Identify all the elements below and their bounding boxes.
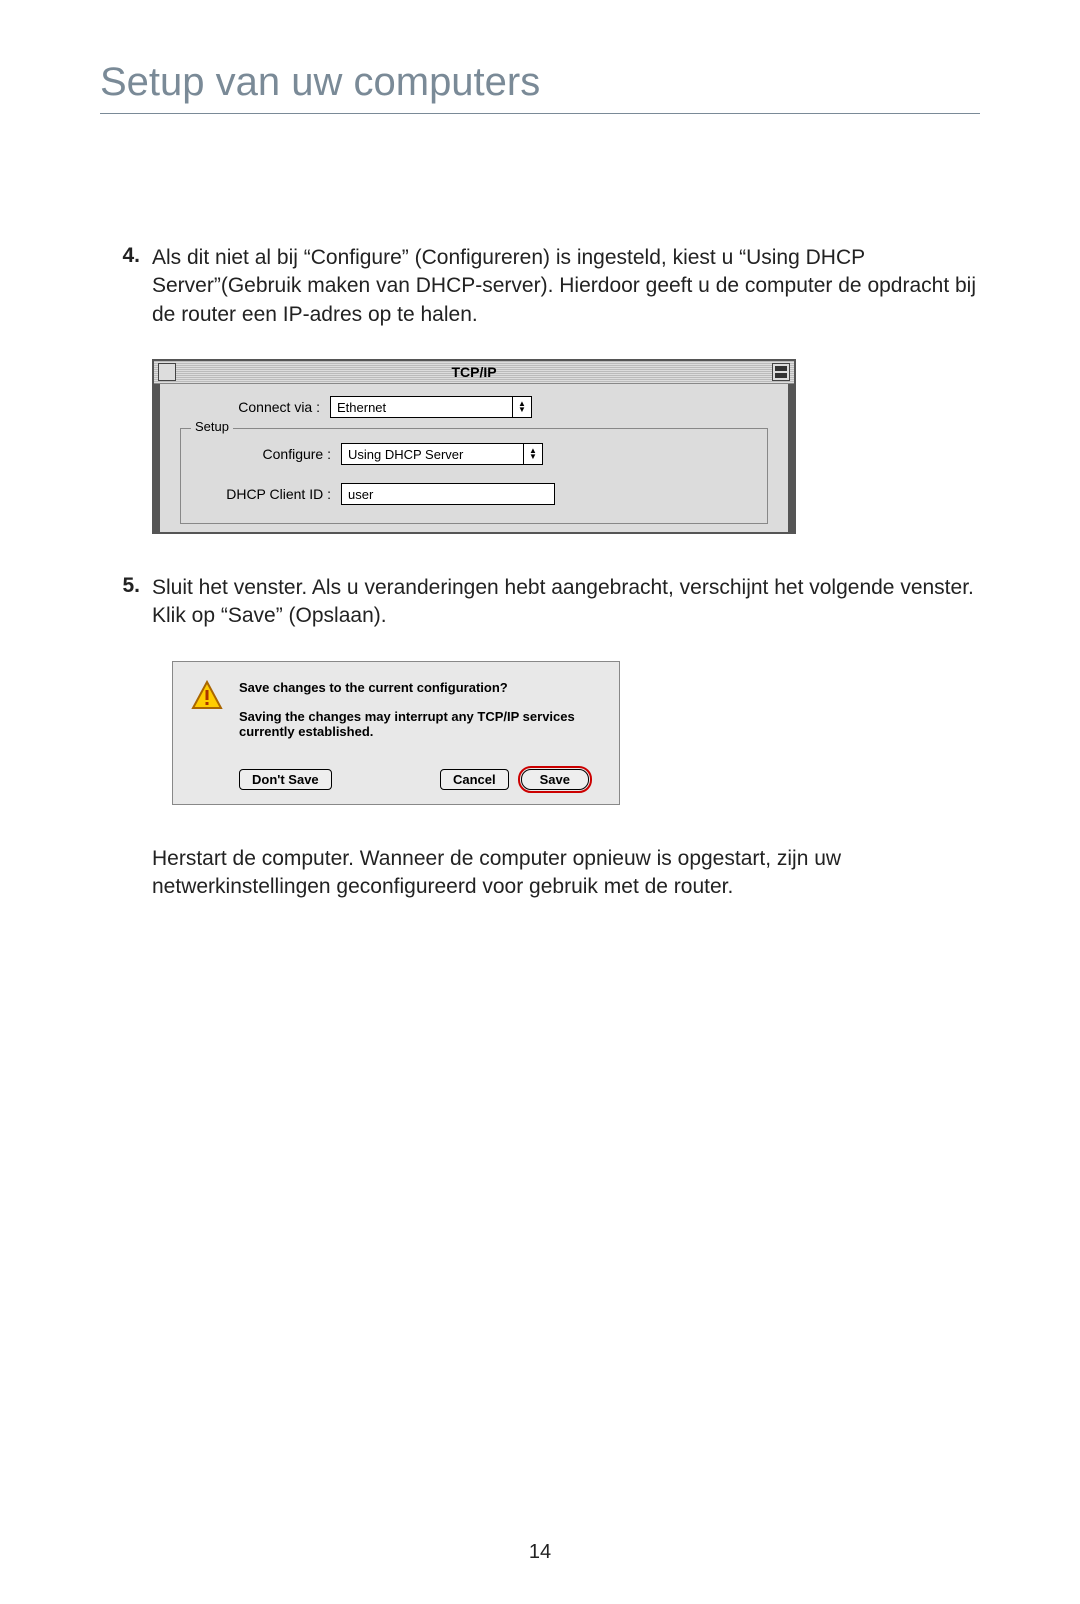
cancel-button[interactable]: Cancel — [440, 769, 509, 790]
tcpip-title: TCP/IP — [176, 364, 772, 380]
save-dialog-screenshot: Save changes to the current configuratio… — [152, 661, 980, 805]
connect-via-value: Ethernet — [331, 400, 512, 415]
after-step-5: Herstart de computer. Wanneer de compute… — [100, 845, 980, 902]
connect-via-select[interactable]: Ethernet ▲▼ — [330, 396, 532, 418]
dhcp-client-id-label: DHCP Client ID : — [191, 486, 331, 502]
page-number: 14 — [100, 1541, 980, 1564]
windowshade-icon[interactable] — [772, 363, 790, 381]
tcpip-panel-screenshot: TCP/IP Connect via : Ethernet ▲▼ Setup C… — [152, 359, 980, 534]
step-5-text: Sluit het venster. Als u veranderingen h… — [152, 574, 980, 631]
setup-legend: Setup — [191, 419, 233, 434]
configure-select[interactable]: Using DHCP Server ▲▼ — [341, 443, 543, 465]
dhcp-client-id-value: user — [348, 487, 373, 502]
after-step-5-text: Herstart de computer. Wanneer de compute… — [152, 845, 980, 902]
step-4-text: Als dit niet al bij “Configure” (Configu… — [152, 244, 980, 329]
close-box-icon[interactable] — [158, 363, 176, 381]
alert-icon — [191, 680, 223, 712]
page-title: Setup van uw computers — [100, 60, 980, 114]
connect-via-label: Connect via : — [180, 399, 320, 415]
save-dialog: Save changes to the current configuratio… — [172, 661, 620, 805]
step-4-number: 4. — [100, 244, 152, 329]
dropdown-arrows-icon: ▲▼ — [512, 397, 531, 417]
tcpip-titlebar: TCP/IP — [154, 361, 794, 384]
dont-save-button[interactable]: Don't Save — [239, 769, 332, 790]
configure-value: Using DHCP Server — [342, 447, 523, 462]
dialog-message-2: Saving the changes may interrupt any TCP… — [239, 709, 601, 739]
dialog-message-1: Save changes to the current configuratio… — [239, 680, 601, 695]
dropdown-arrows-icon: ▲▼ — [523, 444, 542, 464]
step-5: 5. Sluit het venster. Als u veranderinge… — [100, 574, 980, 631]
step-4: 4. Als dit niet al bij “Configure” (Conf… — [100, 244, 980, 329]
save-button[interactable]: Save — [521, 769, 589, 790]
tcpip-window: TCP/IP Connect via : Ethernet ▲▼ Setup C… — [152, 359, 796, 534]
setup-group: Setup Configure : Using DHCP Server ▲▼ D… — [180, 428, 768, 524]
step-5-number: 5. — [100, 574, 152, 631]
dhcp-client-id-input[interactable]: user — [341, 483, 555, 505]
configure-label: Configure : — [191, 446, 331, 462]
